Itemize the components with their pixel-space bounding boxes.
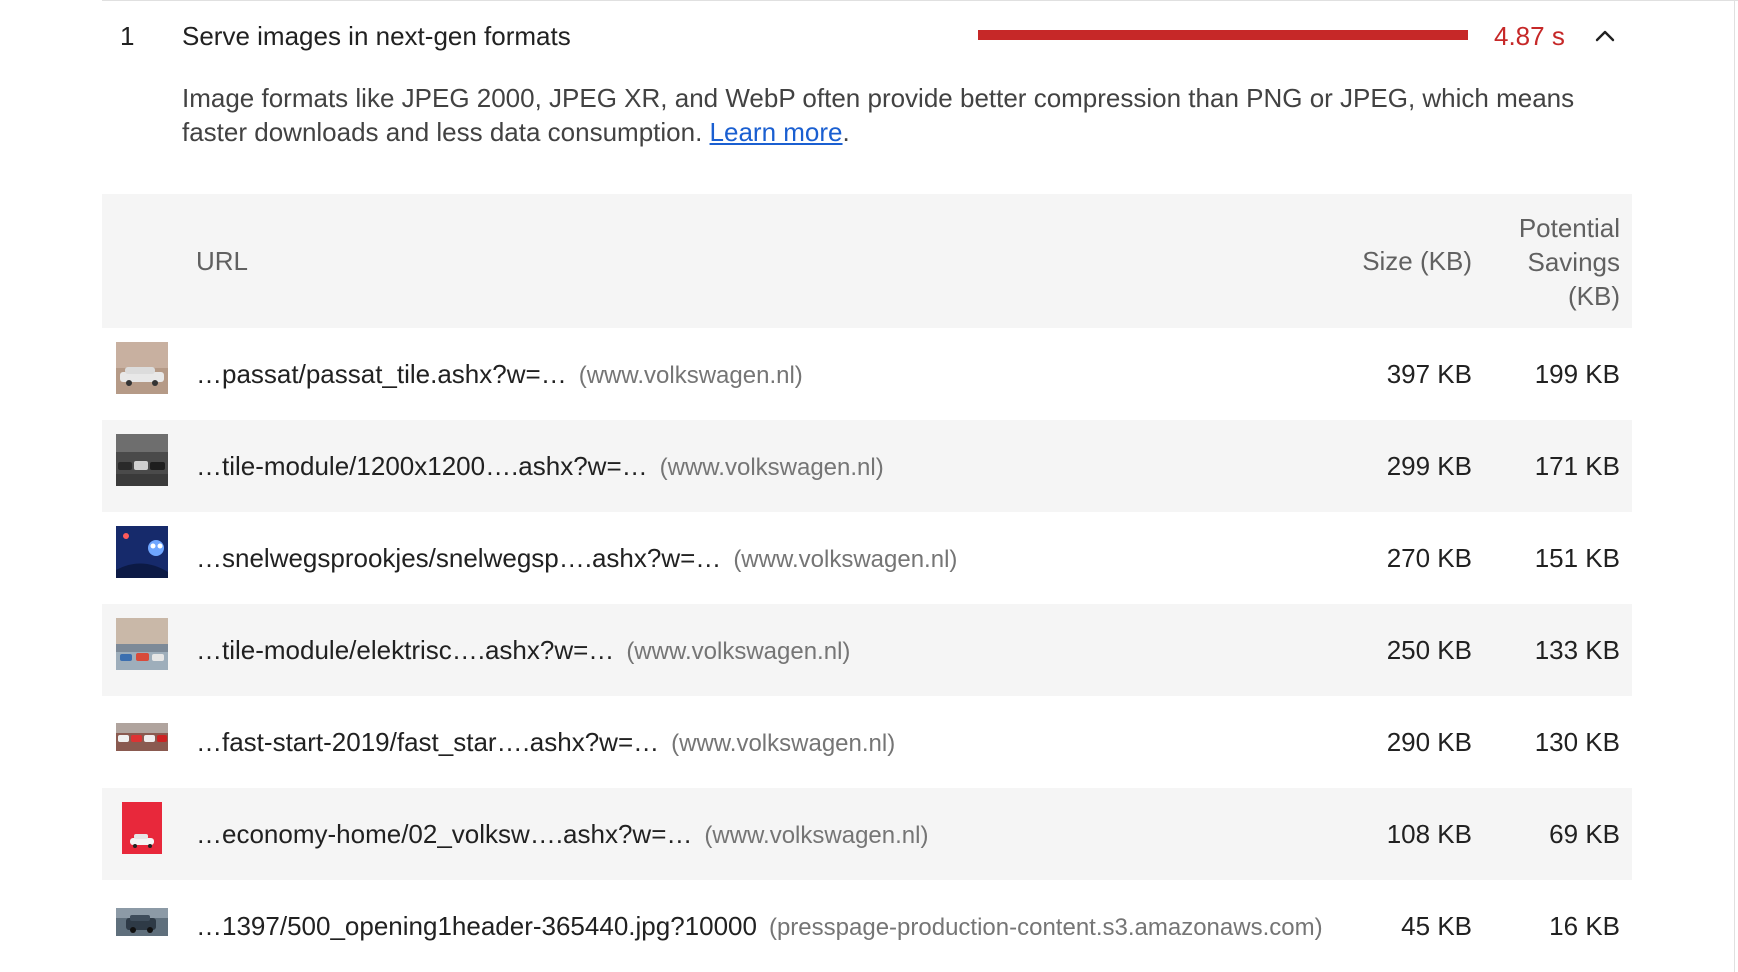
url-host: (www.volkswagen.nl): [626, 638, 851, 665]
column-header-savings: Potential Savings (KB): [1518, 213, 1620, 311]
description-end: .: [842, 117, 850, 147]
size-cell: 397 KB: [1386, 359, 1472, 389]
url-host: (www.volkswagen.nl): [671, 730, 896, 757]
red-car-thumbnail: [122, 802, 162, 854]
url-path: …snelwegsprookjes/snelwegsp….ashx?w=…: [196, 543, 722, 573]
savings-cell: 133 KB: [1534, 635, 1620, 665]
learn-more-link[interactable]: Learn more: [710, 117, 843, 147]
audit-title: Serve images in next-gen formats: [182, 21, 571, 51]
audit-header-toggle[interactable]: 1 Serve images in next-gen formats 4.87 …: [102, 0, 1622, 72]
url-path: …passat/passat_tile.ashx?w=…: [196, 359, 567, 389]
url-host: (presspage-production-content.s3.amazona…: [768, 914, 1323, 941]
url-cell[interactable]: …1397/500_opening1header-365440.jpg?1000…: [196, 910, 1323, 944]
description-text: Image formats like JPEG 2000, JPEG XR, a…: [182, 83, 1575, 147]
savings-cell: 16 KB: [1549, 911, 1620, 941]
savings-cell: 130 KB: [1534, 727, 1620, 757]
url-path: …economy-home/02_volksw….ashx?w=…: [196, 819, 693, 849]
url-cell[interactable]: …economy-home/02_volksw….ashx?w=… (www.vo…: [196, 818, 928, 852]
size-cell: 299 KB: [1386, 451, 1472, 481]
url-cell[interactable]: …tile-module/1200x1200….ashx?w=… (www.vol…: [196, 450, 884, 484]
size-cell: 250 KB: [1386, 635, 1472, 665]
savings-value: 4.87 s: [1494, 21, 1565, 51]
table-row: …tile-module/elektrisc….ashx?w=… (www.vol…: [102, 604, 1632, 696]
size-cell: 45 KB: [1401, 911, 1472, 941]
table-row: …1397/500_opening1header-365440.jpg?1000…: [102, 880, 1632, 972]
city-cars-thumbnail: [116, 618, 168, 670]
size-cell: 270 KB: [1386, 543, 1472, 573]
url-path: …1397/500_opening1header-365440.jpg?1000…: [196, 911, 757, 941]
column-header-size: Size (KB): [1362, 246, 1472, 276]
savings-cell: 199 KB: [1534, 359, 1620, 389]
audit-index: 1: [120, 21, 135, 51]
car-photo-thumbnail: [116, 342, 168, 394]
size-cell: 290 KB: [1386, 727, 1472, 757]
size-cell: 108 KB: [1386, 819, 1472, 849]
divider: [1734, 0, 1735, 972]
url-host: (www.volkswagen.nl): [659, 454, 884, 481]
url-cell[interactable]: …fast-start-2019/fast_star….ashx?w=… (www…: [196, 726, 895, 760]
details-table: URL Size (KB) Potential Savings (KB) …pa…: [102, 194, 1632, 972]
table-row: …snelwegsprookjes/snelwegsp….ashx?w=… (ww…: [102, 512, 1632, 604]
savings-cell: 69 KB: [1549, 819, 1620, 849]
car-row-thumbnail: [116, 723, 168, 751]
table-row: …passat/passat_tile.ashx?w=… (www.volkswa…: [102, 328, 1632, 420]
savings-bar-fill: [978, 30, 1468, 40]
savings-cell: 151 KB: [1534, 543, 1620, 573]
night-illustration-thumbnail: [116, 526, 168, 578]
url-host: (www.volkswagen.nl): [733, 546, 958, 573]
url-cell[interactable]: …snelwegsprookjes/snelwegsp….ashx?w=… (ww…: [196, 542, 957, 576]
savings-bar: [978, 30, 1468, 40]
chevron-up-icon[interactable]: [1592, 24, 1618, 48]
url-path: …tile-module/elektrisc….ashx?w=…: [196, 635, 615, 665]
audit-description: Image formats like JPEG 2000, JPEG XR, a…: [182, 81, 1622, 149]
table-row: …tile-module/1200x1200….ashx?w=… (www.vol…: [102, 420, 1632, 512]
savings-cell: 171 KB: [1534, 451, 1620, 481]
table-row: …fast-start-2019/fast_star….ashx?w=… (www…: [102, 696, 1632, 788]
url-host: (www.volkswagen.nl): [704, 822, 929, 849]
cars-lineup-thumbnail: [116, 434, 168, 486]
lighthouse-audit-panel: 1 Serve images in next-gen formats 4.87 …: [0, 0, 1738, 972]
url-cell[interactable]: …tile-module/elektrisc….ashx?w=… (www.vol…: [196, 634, 850, 668]
url-host: (www.volkswagen.nl): [578, 362, 803, 389]
table-header: URL Size (KB) Potential Savings (KB): [102, 194, 1632, 328]
url-path: …fast-start-2019/fast_star….ashx?w=…: [196, 727, 660, 757]
url-cell[interactable]: …passat/passat_tile.ashx?w=… (www.volkswa…: [196, 358, 803, 392]
suv-thumbnail: [116, 908, 168, 936]
column-header-url: URL: [196, 246, 249, 276]
table-row: …economy-home/02_volksw….ashx?w=… (www.vo…: [102, 788, 1632, 880]
url-path: …tile-module/1200x1200….ashx?w=…: [196, 451, 648, 481]
